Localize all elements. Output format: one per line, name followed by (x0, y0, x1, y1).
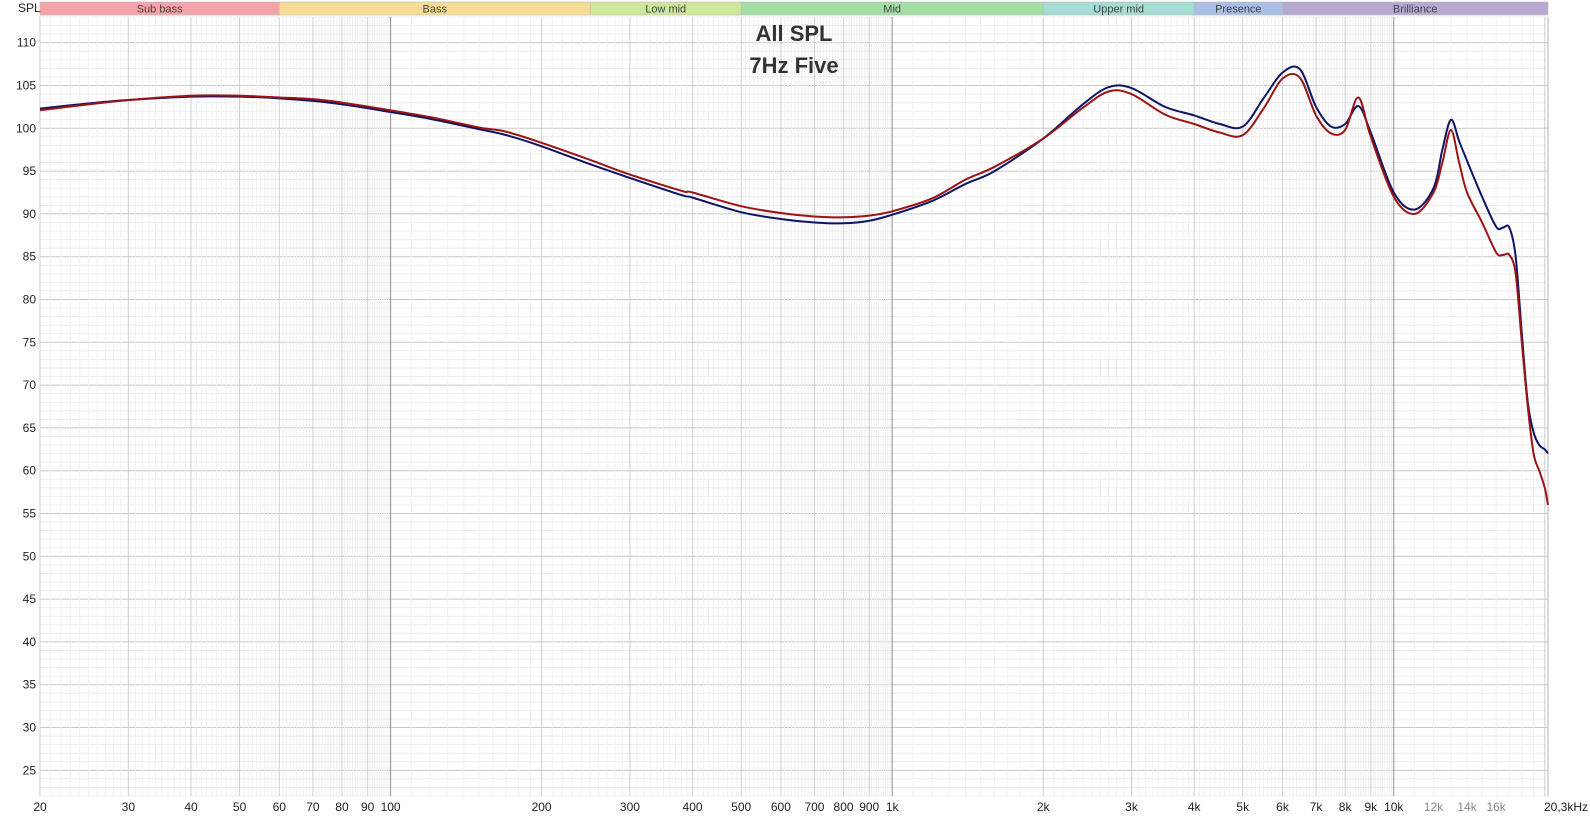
chart-subtitle: 7Hz Five (749, 53, 838, 78)
x-tick-label: 700 (804, 800, 824, 814)
x-tick-label: 80 (335, 800, 349, 814)
y-tick-label: 25 (23, 763, 37, 777)
x-tick-label: 5k (1236, 800, 1250, 814)
y-tick-label: 50 (23, 549, 37, 563)
band-label: Brilliance (1393, 4, 1438, 16)
x-tick-label: 100 (381, 800, 401, 814)
band-label: Bass (423, 4, 448, 16)
y-tick-label: 65 (23, 421, 37, 435)
x-tick-label: 7k (1310, 800, 1324, 814)
x-tick-label: 300 (620, 800, 640, 814)
y-tick-label: 105 (16, 78, 36, 92)
x-tick-label: 6k (1276, 800, 1290, 814)
y-tick-label: 70 (23, 378, 37, 392)
frequency-response-chart: Sub bass Bass Low mid Mid Upper mid Presence B… (16, 1, 1588, 814)
y-tick-label: 40 (23, 635, 37, 649)
y-tick-label: 30 (23, 721, 37, 735)
grid (39, 16, 1549, 797)
x-tick-label: 90 (361, 800, 375, 814)
x-tick-label: 40 (184, 800, 198, 814)
band-label: Upper mid (1093, 4, 1144, 16)
x-tick-label: 60 (273, 800, 287, 814)
x-tick-label: 2k (1037, 800, 1051, 814)
x-tick-label: 400 (683, 800, 703, 814)
y-tick-label: 35 (23, 678, 37, 692)
x-tick-label: 9k (1364, 800, 1378, 814)
x-tick-label: 16k (1486, 800, 1506, 814)
y-tick-label: 100 (16, 121, 36, 135)
chart-title: All SPL (755, 21, 832, 46)
band-label: Sub bass (137, 4, 183, 16)
y-tick-label: 75 (23, 335, 37, 349)
band-label: Low mid (645, 4, 686, 16)
y-tick-label: 45 (23, 592, 37, 606)
y-tick-label: 60 (23, 464, 37, 478)
x-tick-label: 20 (33, 800, 47, 814)
y-axis-label: SPL (18, 1, 41, 15)
y-tick-label: 90 (23, 207, 37, 221)
x-tick-label: 500 (731, 800, 751, 814)
x-tick-label: 1k (886, 800, 900, 814)
band-label: Mid (883, 4, 901, 16)
x-tick-label: 14k (1457, 800, 1477, 814)
x-tick-label: 30 (122, 800, 136, 814)
x-tick-label: 8k (1339, 800, 1353, 814)
y-tick-label: 85 (23, 250, 37, 264)
x-tick-label: 200 (532, 800, 552, 814)
band-label: Presence (1215, 4, 1261, 16)
x-tick-label: 50 (233, 800, 247, 814)
x-tick-label: 900 (859, 800, 879, 814)
x-tick-label: 800 (834, 800, 854, 814)
y-tick-label: 55 (23, 507, 37, 521)
x-tick-label: 600 (771, 800, 791, 814)
y-tick-label: 110 (17, 36, 36, 50)
x-tick-label: 4k (1188, 800, 1202, 814)
y-tick-label: 80 (23, 292, 37, 306)
x-tick-label: 3k (1125, 800, 1139, 814)
x-tick-label: 12k (1424, 800, 1444, 814)
y-tick-label: 95 (23, 164, 37, 178)
x-tick-label: 10k (1384, 800, 1404, 814)
frequency-bands: Sub bass Bass Low mid Mid Upper mid Presence B… (39, 1, 1549, 16)
x-tick-label: 20,3kHz (1544, 800, 1588, 814)
x-tick-label: 70 (306, 800, 320, 814)
